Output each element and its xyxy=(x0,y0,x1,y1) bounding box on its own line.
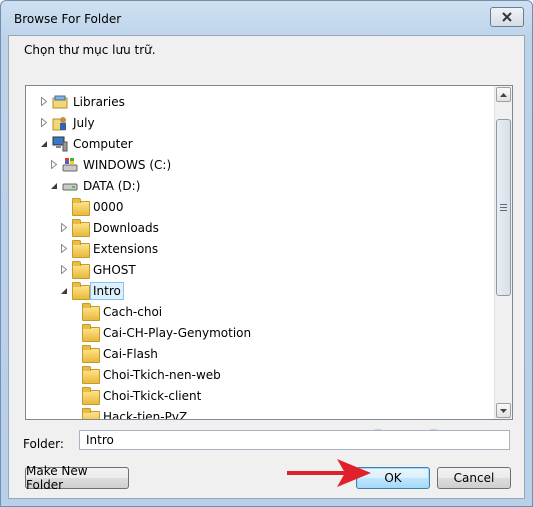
folder-icon xyxy=(82,302,100,321)
expanded-arrow-icon[interactable] xyxy=(49,181,58,190)
tree-item[interactable]: 0000 xyxy=(59,196,124,217)
drive-icon xyxy=(62,178,78,194)
tree-item-label: Cach-choi xyxy=(103,304,163,319)
tree-item[interactable]: July xyxy=(39,112,95,133)
vertical-scrollbar[interactable] xyxy=(494,86,512,419)
tree-item-label: Downloads xyxy=(93,220,159,235)
expanded-arrow-icon[interactable] xyxy=(39,139,48,148)
tree-item[interactable]: Choi-Tkick-client xyxy=(69,385,201,406)
folder-tree[interactable]: Libraries July Computer WINDOWS (C:) DATA (D… xyxy=(25,85,513,420)
tree-item-label: Cai-CH-Play-Genymotion xyxy=(103,325,252,340)
tree-item[interactable]: WINDOWS (C:) xyxy=(49,154,171,175)
folder-icon xyxy=(72,281,90,300)
tree-item-label: Computer xyxy=(73,136,133,151)
no-arrow-spacer xyxy=(69,370,78,379)
folder-icon xyxy=(82,323,100,342)
tree-item[interactable]: Computer xyxy=(39,133,133,154)
tree-item-label: Hack-tien-PvZ xyxy=(103,409,188,420)
tree-item[interactable]: Choi-Tkich-nen-web xyxy=(69,364,221,385)
make-new-folder-button[interactable]: Make New Folder xyxy=(25,464,129,492)
tree-item[interactable]: Cai-Flash xyxy=(69,343,158,364)
close-button[interactable] xyxy=(490,7,524,27)
no-arrow-spacer xyxy=(59,202,68,211)
libraries-icon xyxy=(52,94,68,110)
red-arrow-annotation xyxy=(287,459,371,487)
title-bar[interactable]: Browse For Folder xyxy=(1,1,532,35)
tree-item[interactable]: Intro xyxy=(59,280,124,301)
tree-item-label: Extensions xyxy=(93,241,159,256)
cancel-button[interactable]: Cancel xyxy=(437,467,511,489)
collapsed-arrow-icon[interactable] xyxy=(59,244,68,253)
collapsed-arrow-icon[interactable] xyxy=(39,97,48,106)
tree-item-label: Cai-Flash xyxy=(103,346,158,361)
dialog-title: Browse For Folder xyxy=(14,12,122,26)
collapsed-arrow-icon[interactable] xyxy=(59,265,68,274)
scroll-up-button[interactable] xyxy=(496,87,511,102)
grip-icon xyxy=(500,204,507,211)
no-arrow-spacer xyxy=(69,307,78,316)
tree-item-label: July xyxy=(73,115,95,130)
tree-item-label: 0000 xyxy=(93,199,124,214)
no-arrow-spacer xyxy=(69,391,78,400)
scroll-down-icon xyxy=(500,408,507,413)
folder-icon xyxy=(72,239,90,258)
expanded-arrow-icon[interactable] xyxy=(59,286,68,295)
no-arrow-spacer xyxy=(69,328,78,337)
collapsed-arrow-icon[interactable] xyxy=(39,118,48,127)
close-icon xyxy=(502,12,512,22)
folder-icon xyxy=(82,386,100,405)
folder-icon xyxy=(72,260,90,279)
tree-item[interactable]: DATA (D:) xyxy=(49,175,140,196)
tree-item-label: GHOST xyxy=(93,262,136,277)
no-arrow-spacer xyxy=(69,412,78,419)
scroll-down-button[interactable] xyxy=(496,403,511,418)
scroll-thumb[interactable] xyxy=(496,119,511,296)
folder-icon xyxy=(82,365,100,384)
browse-for-folder-dialog: Browse For Folder Chọn thư mục lưu trữ. … xyxy=(0,0,533,507)
tree-item[interactable]: Extensions xyxy=(59,238,158,259)
instruction-text: Chọn thư mục lưu trữ. xyxy=(24,43,156,57)
tree-item-label: WINDOWS (C:) xyxy=(83,157,172,172)
tree-item-label: Choi-Tkich-nen-web xyxy=(103,367,221,382)
scroll-up-icon xyxy=(500,92,507,97)
no-arrow-spacer xyxy=(69,349,78,358)
tree-item-label: Choi-Tkick-client xyxy=(103,388,202,403)
tree-item-label: Intro xyxy=(90,281,124,300)
tree-item[interactable]: Cach-choi xyxy=(69,301,162,322)
folder-icon xyxy=(72,197,90,216)
folder-icon xyxy=(72,218,90,237)
collapsed-arrow-icon[interactable] xyxy=(59,223,68,232)
collapsed-arrow-icon[interactable] xyxy=(49,160,58,169)
tree-item[interactable]: Cai-CH-Play-Genymotion xyxy=(69,322,251,343)
tree-item-label: Libraries xyxy=(73,94,125,109)
tree-item[interactable]: Downloads xyxy=(59,217,159,238)
folder-input[interactable]: Intro xyxy=(79,430,510,450)
windows-drive-icon xyxy=(62,157,78,173)
folder-icon xyxy=(82,407,100,419)
folder-icon xyxy=(82,344,100,363)
dialog-body: Chọn thư mục lưu trữ. Libraries July Compu… xyxy=(8,35,525,499)
tree-item[interactable]: Hack-tien-PvZ xyxy=(69,406,188,420)
folder-label: Folder: xyxy=(23,437,64,451)
tree-item[interactable]: Libraries xyxy=(39,91,125,112)
user-folder-icon xyxy=(52,115,68,131)
computer-icon xyxy=(52,136,68,152)
tree-item-label: DATA (D:) xyxy=(83,178,141,193)
tree-item[interactable]: GHOST xyxy=(59,259,136,280)
